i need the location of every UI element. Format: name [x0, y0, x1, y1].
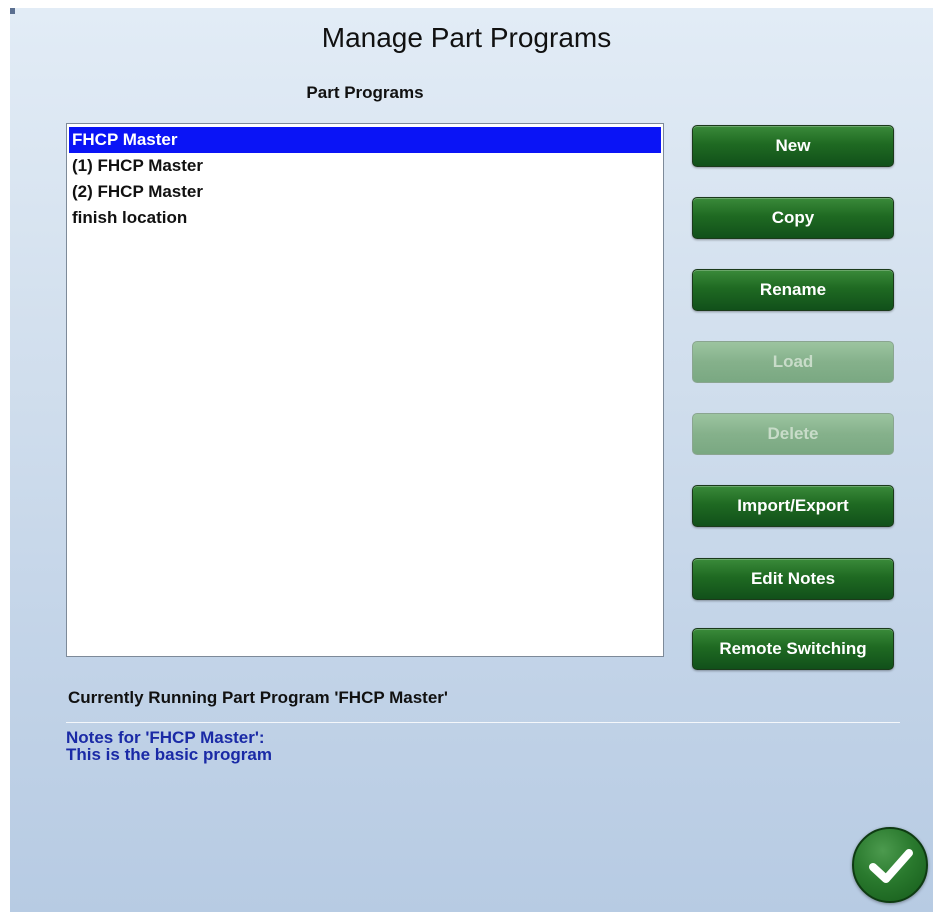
new-button[interactable]: New [692, 125, 894, 167]
import-export-button[interactable]: Import/Export [692, 485, 894, 527]
list-item[interactable]: (2) FHCP Master [69, 179, 661, 205]
delete-button[interactable]: Delete [692, 413, 894, 455]
notes-body: This is the basic program [66, 745, 272, 764]
list-item[interactable]: finish location [69, 205, 661, 231]
list-item[interactable]: FHCP Master [69, 127, 661, 153]
dialog-title: Manage Part Programs [321, 22, 612, 53]
ok-button[interactable] [852, 827, 928, 903]
copy-button[interactable]: Copy [692, 197, 894, 239]
window-corner-mark [10, 8, 15, 14]
divider [66, 722, 900, 723]
load-button[interactable]: Load [692, 341, 894, 383]
currently-running-status: Currently Running Part Program 'FHCP Mas… [68, 688, 448, 707]
part-programs-list[interactable]: FHCP Master (1) FHCP Master (2) FHCP Mas… [66, 123, 664, 657]
checkmark-icon [869, 849, 913, 883]
part-programs-label: Part Programs [306, 83, 424, 102]
list-item[interactable]: (1) FHCP Master [69, 153, 661, 179]
remote-switching-button[interactable]: Remote Switching [692, 628, 894, 670]
rename-button[interactable]: Rename [692, 269, 894, 311]
edit-notes-button[interactable]: Edit Notes [692, 558, 894, 600]
